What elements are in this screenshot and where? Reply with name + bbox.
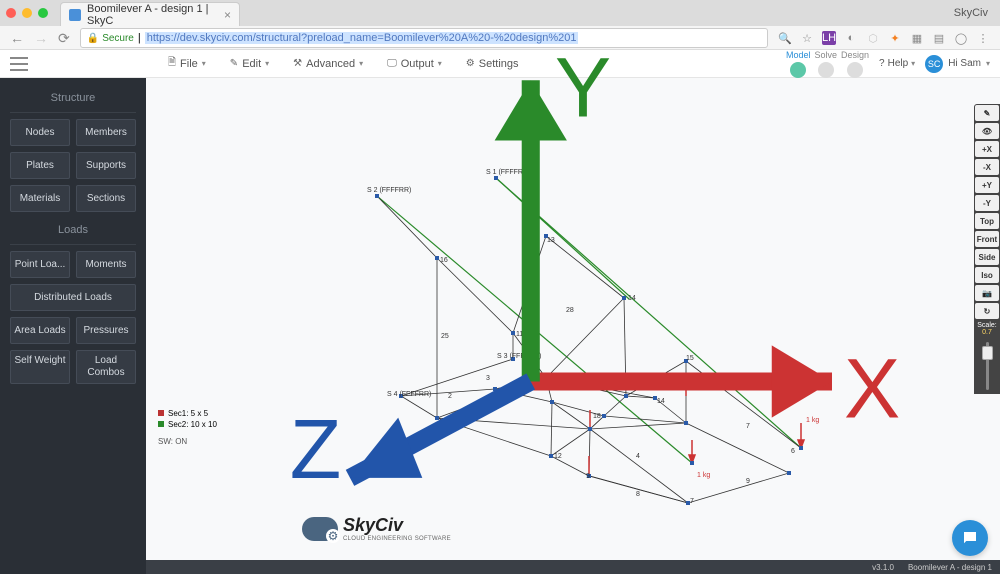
project-name: Boomilever A - design 1 — [908, 563, 992, 572]
sidebar-loads-header: Loads — [10, 218, 136, 245]
sidebar-area-loads[interactable]: Area Loads — [10, 317, 70, 344]
sidebar-sections[interactable]: Sections — [76, 185, 136, 212]
model-canvas[interactable]: S 1 (FFFFRR) S 2 (FFFFRR) S 3 (FFFFRR) S… — [146, 78, 1000, 560]
nav-reload-icon[interactable]: ⟳ — [58, 30, 70, 47]
version-label: v3.1.0 — [872, 563, 894, 572]
svg-text:Z: Z — [290, 402, 342, 496]
view-minus-x-button[interactable]: -X — [975, 159, 999, 175]
sidebar-self-weight[interactable]: Self Weight — [10, 350, 70, 384]
lock-icon: 🔒 — [87, 33, 99, 44]
skyciv-logo: SkyCiv CLOUD ENGINEERING SOFTWARE — [302, 515, 451, 542]
view-plus-y-button[interactable]: +Y — [975, 177, 999, 193]
view-side-button[interactable]: Side — [975, 249, 999, 265]
view-refresh-button[interactable]: ↻ — [975, 303, 999, 319]
sidebar-structure-header: Structure — [10, 86, 136, 113]
svg-text:X: X — [844, 342, 900, 436]
view-screenshot-button[interactable]: 📷 — [975, 285, 999, 301]
view-plus-x-button[interactable]: +X — [975, 141, 999, 157]
secure-badge: 🔒 Secure — [87, 33, 134, 44]
sidebar-nodes[interactable]: Nodes — [10, 119, 70, 146]
window-close[interactable] — [6, 8, 16, 18]
window-minimize[interactable] — [22, 8, 32, 18]
sidebar-members[interactable]: Members — [76, 119, 136, 146]
hamburger-icon[interactable] — [10, 57, 28, 71]
scale-slider[interactable] — [974, 338, 1000, 394]
view-toolbar: ✎ 👁 +X -X +Y -Y Top Front Side Iso 📷 ↻ S… — [974, 104, 1000, 394]
sidebar-point-loads[interactable]: Point Loa... — [10, 251, 70, 278]
slider-thumb[interactable] — [982, 346, 993, 360]
sidebar-pressures[interactable]: Pressures — [76, 317, 136, 344]
logo-cloud-icon — [302, 517, 338, 541]
nav-forward-icon[interactable]: → — [34, 30, 48, 47]
scale-indicator: Scale: 0.7 — [974, 320, 1000, 338]
view-edit-button[interactable]: ✎ — [975, 105, 999, 121]
view-minus-y-button[interactable]: -Y — [975, 195, 999, 211]
favicon-icon — [69, 9, 81, 21]
view-top-button[interactable]: Top — [975, 213, 999, 229]
sidebar-distributed-loads[interactable]: Distributed Loads — [10, 284, 136, 311]
sidebar-moments[interactable]: Moments — [76, 251, 136, 278]
view-visibility-button[interactable]: 👁 — [975, 123, 999, 139]
sidebar-load-combos[interactable]: Load Combos — [76, 350, 136, 384]
status-bar: v3.1.0 Boomilever A - design 1 — [146, 560, 1000, 574]
window-title: SkyCiv — [954, 7, 988, 19]
axes-triad: X Y Z — [164, 20, 1000, 502]
window-maximize[interactable] — [38, 8, 48, 18]
sidebar-plates[interactable]: Plates — [10, 152, 70, 179]
nav-back-icon[interactable]: ← — [10, 30, 24, 47]
svg-text:Y: Y — [555, 40, 611, 134]
view-front-button[interactable]: Front — [975, 231, 999, 247]
chat-icon — [961, 529, 979, 547]
chat-button[interactable] — [952, 520, 988, 556]
sidebar-materials[interactable]: Materials — [10, 185, 70, 212]
sidebar-supports[interactable]: Supports — [76, 152, 136, 179]
sidebar: Structure Nodes Members Plates Supports … — [0, 78, 146, 574]
view-iso-button[interactable]: Iso — [975, 267, 999, 283]
